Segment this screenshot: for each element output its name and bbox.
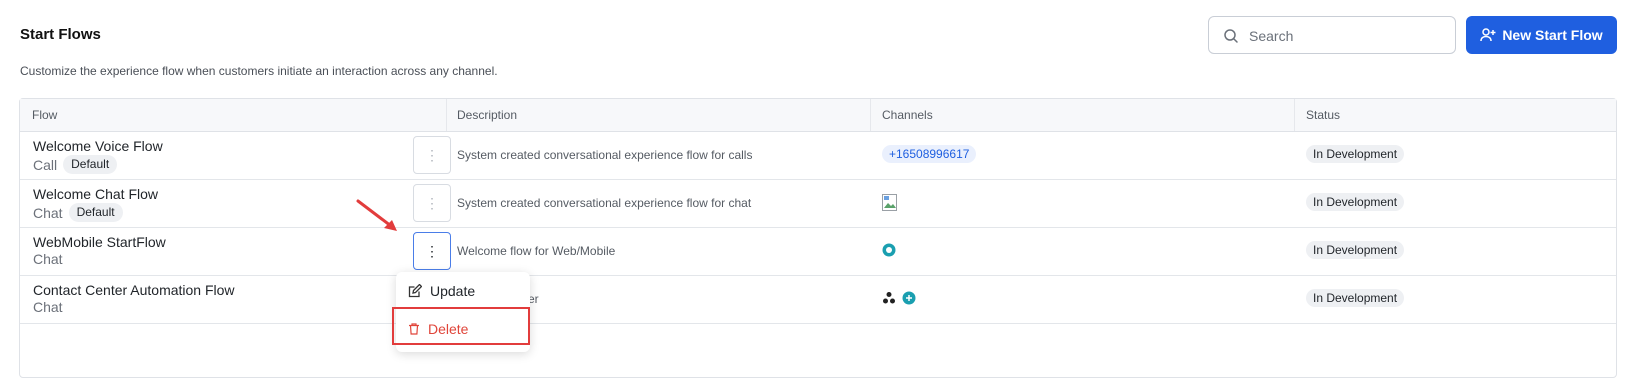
default-badge: Default: [63, 155, 118, 174]
flow-type: Call Default: [33, 155, 118, 174]
table-header: Flow Description Channels Status: [20, 99, 1616, 132]
flow-name[interactable]: Contact Center Automation Flow: [33, 282, 235, 298]
new-start-flow-label: New Start Flow: [1502, 27, 1603, 43]
column-header-channels: Channels: [882, 108, 933, 122]
flow-name[interactable]: Welcome Voice Flow: [33, 138, 163, 154]
status-badge: In Development: [1306, 145, 1405, 163]
phone-channel-badge: +16508996617: [882, 145, 977, 163]
search-field[interactable]: [1208, 16, 1456, 54]
kebab-icon: ⋮: [425, 146, 439, 163]
flow-type-label: Chat: [33, 299, 63, 315]
status-badge: In Development: [1306, 241, 1405, 259]
flow-type: Chat Default: [33, 203, 123, 222]
chat-channel-icon: [902, 291, 916, 305]
column-divider: [446, 99, 447, 131]
channel-cell: [882, 194, 898, 217]
annotation-arrow-icon: [356, 199, 397, 231]
broken-image-icon: [882, 194, 897, 211]
edit-icon: [408, 284, 422, 298]
table-row[interactable]: WebMobile StartFlow Chat ⋮ Welcome flow …: [20, 227, 1616, 276]
flows-table: Flow Description Channels Status Welcome…: [19, 98, 1617, 378]
table-row[interactable]: Contact Center Automation Flow Chat er I…: [20, 275, 1616, 324]
channel-cell: [882, 291, 916, 310]
row-actions-button[interactable]: ⋮: [413, 136, 451, 174]
flow-type-label: Call: [33, 156, 58, 173]
menu-item-update-label: Update: [430, 283, 476, 299]
search-icon: [1224, 29, 1238, 43]
table-row[interactable]: Welcome Chat Flow Chat Default ⋮ System …: [20, 179, 1616, 228]
flow-type: Chat: [33, 251, 63, 267]
channel-cell: +16508996617: [882, 145, 977, 163]
flow-name[interactable]: Welcome Chat Flow: [33, 186, 158, 202]
row-actions-button[interactable]: ⋮: [413, 232, 451, 270]
table-row[interactable]: Welcome Voice Flow Call Default ⋮ System…: [20, 131, 1616, 180]
status-badge: In Development: [1306, 193, 1405, 211]
flow-type-label: Chat: [33, 204, 63, 221]
column-header-status: Status: [1306, 108, 1341, 122]
automation-channel-icon: [883, 292, 895, 304]
flow-name[interactable]: WebMobile StartFlow: [33, 234, 166, 250]
page-subtitle: Customize the experience flow when custo…: [20, 64, 498, 78]
add-user-icon: [1480, 28, 1496, 42]
kebab-icon: ⋮: [425, 242, 439, 259]
web-chat-icon: [882, 243, 896, 257]
default-badge: Default: [68, 203, 123, 222]
column-divider: [1294, 99, 1295, 131]
flow-description: System created conversational experience…: [457, 196, 752, 210]
flow-description: System created conversational experience…: [457, 148, 753, 162]
delete-highlight-box: [392, 307, 530, 345]
flow-description: Welcome flow for Web/Mobile: [457, 244, 616, 258]
column-divider: [870, 99, 871, 131]
channel-cell: [882, 243, 896, 262]
search-input[interactable]: [1247, 18, 1451, 54]
row-actions-button[interactable]: ⋮: [413, 184, 451, 222]
page-title: Start Flows: [20, 26, 101, 43]
column-header-flow: Flow: [32, 108, 58, 122]
column-header-description: Description: [457, 108, 518, 122]
flow-type: Chat: [33, 299, 63, 315]
flow-type-label: Chat: [33, 251, 63, 267]
kebab-icon: ⋮: [425, 194, 439, 211]
menu-item-update[interactable]: Update: [396, 274, 530, 308]
status-badge: In Development: [1306, 289, 1405, 307]
new-start-flow-button[interactable]: New Start Flow: [1466, 16, 1617, 54]
